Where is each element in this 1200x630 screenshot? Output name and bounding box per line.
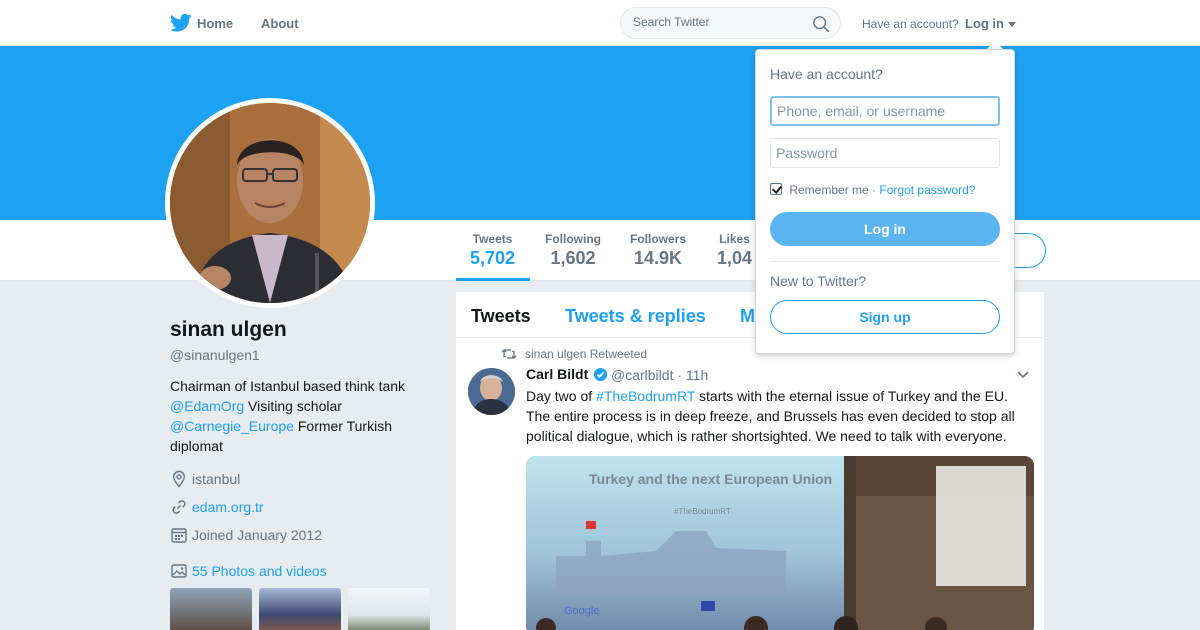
stat-label: Likes — [719, 232, 750, 246]
verified-badge-icon — [593, 367, 608, 382]
caret-down-icon[interactable] — [1008, 22, 1016, 27]
signup-button[interactable]: Sign up — [770, 300, 1000, 334]
avatar-portrait — [170, 103, 370, 303]
profile-name[interactable]: sinan ulgen — [170, 318, 287, 342]
tweet-hashtag[interactable]: #TheBodrumRT — [596, 388, 695, 404]
login-dropdown-toggle[interactable]: Log in — [965, 16, 1004, 31]
nav-about-link[interactable]: About — [261, 16, 299, 31]
profile-handle[interactable]: @sinanulgen1 — [170, 347, 260, 363]
search-box — [620, 7, 841, 39]
photo-thumbnail[interactable] — [170, 588, 252, 630]
remember-me-checkbox[interactable] — [770, 183, 782, 195]
calendar-icon — [171, 528, 187, 543]
profile-avatar[interactable] — [165, 98, 375, 308]
username-field[interactable] — [770, 96, 1000, 126]
tab-tweets[interactable]: Tweets — [471, 306, 531, 327]
profile-location: istanbul — [170, 469, 370, 489]
bio-text: Chairman of Istanbul based think tank — [170, 378, 406, 394]
stat-value: 5,702 — [470, 248, 516, 268]
link-icon — [172, 500, 186, 514]
tweet-author-name[interactable]: Carl Bildt — [526, 366, 588, 382]
dropdown-divider — [770, 261, 1000, 262]
separator-dot: · — [872, 183, 877, 197]
twitter-bird-icon[interactable] — [170, 13, 192, 33]
stat-value: 14.9K — [633, 248, 683, 268]
stat-label: Followers — [630, 232, 687, 246]
media-photo: Turkey and the next European Union #TheB… — [526, 456, 1034, 630]
profile-website[interactable]: edam.org.tr — [170, 497, 370, 517]
login-dropdown: Have an account? Remember me · Forgot pa… — [755, 49, 1015, 354]
active-tab-underline — [456, 278, 530, 281]
stat-followers[interactable]: Followers 14.9K — [630, 232, 686, 269]
bio-text: Visiting scholar — [248, 398, 342, 414]
photo-thumbnail[interactable] — [259, 588, 341, 630]
joined-text: Joined January 2012 — [192, 527, 322, 543]
remember-me-label[interactable]: Remember me — [789, 183, 868, 197]
media-subtitle: #TheBodrumRT — [674, 507, 731, 516]
tab-tweets-replies[interactable]: Tweets & replies — [565, 306, 706, 327]
author-portrait — [468, 368, 515, 415]
website-link[interactable]: edam.org.tr — [192, 499, 264, 515]
bio-mention-edamorg[interactable]: @EdamOrg — [170, 398, 244, 414]
stat-tweets[interactable]: Tweets 5,702 — [470, 232, 515, 269]
have-account-text: Have an account? — [862, 17, 959, 31]
avatar-image — [170, 103, 370, 303]
photos-videos-text[interactable]: 55 Photos and videos — [192, 563, 327, 579]
stat-label: Tweets — [472, 232, 513, 246]
tweet-author-avatar[interactable] — [468, 368, 515, 415]
tweet-timestamp[interactable]: 11h — [686, 367, 708, 383]
chevron-down-icon[interactable] — [1016, 370, 1030, 380]
stat-label: Following — [545, 232, 601, 246]
stat-likes[interactable]: Likes 1,04 — [717, 232, 752, 269]
bio-mention-carnegie[interactable]: @Carnegie_Europe — [170, 418, 294, 434]
photos-videos-link[interactable]: 55 Photos and videos — [170, 561, 370, 581]
tweet-author-handle[interactable]: @carlbildt — [611, 367, 673, 383]
media-brand: Google — [564, 605, 599, 617]
search-icon[interactable] — [812, 15, 830, 33]
stat-value: 1,602 — [550, 248, 596, 268]
tweet-text: Day two of #TheBodrumRT starts with the … — [526, 386, 1031, 446]
media-title: Turkey and the next European Union — [589, 471, 832, 487]
tweet-meta: @carlbildt · 11h — [611, 367, 708, 383]
retweet-icon — [501, 349, 517, 359]
forgot-password-link[interactable]: Forgot password? — [879, 183, 975, 197]
nav-home-link[interactable]: Home — [197, 16, 233, 31]
login-button[interactable]: Log in — [770, 212, 1000, 246]
remember-row: Remember me · Forgot password? — [770, 183, 975, 197]
location-text: istanbul — [192, 471, 241, 487]
stat-following[interactable]: Following 1,602 — [545, 232, 601, 269]
new-to-twitter-text: New to Twitter? — [770, 273, 867, 289]
photo-icon — [171, 564, 187, 578]
photo-thumbnail[interactable] — [348, 588, 430, 630]
tab-media[interactable]: M — [740, 306, 755, 327]
profile-bio: Chairman of Istanbul based think tank @E… — [170, 376, 430, 456]
retweet-context[interactable]: sinan ulgen Retweeted — [525, 347, 647, 361]
tweet-text-part: Day two of — [526, 388, 593, 404]
top-nav: Home About Have an account? Log in — [0, 0, 1200, 46]
profile-joined: Joined January 2012 — [170, 525, 370, 545]
stat-value: 1,04 — [717, 248, 753, 268]
separator-dot: · — [677, 367, 683, 383]
password-field[interactable] — [770, 138, 1000, 168]
location-pin-icon — [172, 470, 186, 488]
dropdown-heading: Have an account? — [770, 66, 883, 82]
tweet-media-image[interactable]: Turkey and the next European Union #TheB… — [526, 456, 1034, 630]
search-input[interactable] — [633, 15, 803, 29]
